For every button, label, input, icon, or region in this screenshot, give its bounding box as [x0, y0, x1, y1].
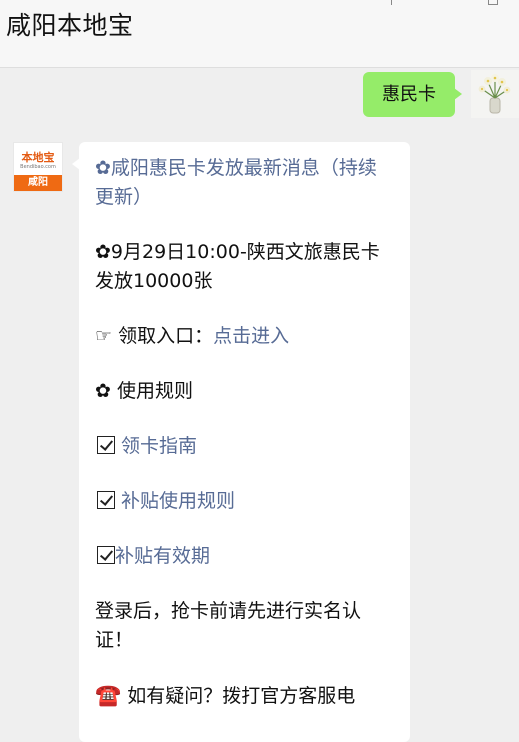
entry-line: ☞ 领取入口：点击进入 [95, 322, 390, 351]
incoming-message-bubble: ✿咸阳惠民卡发放最新消息（持续更新） ✿9月29日10:00-陕西文旅惠民卡发放… [72, 142, 410, 742]
header-divider [391, 0, 392, 5]
validity-line: 补贴有效期 [95, 542, 390, 571]
chat-title: 咸阳本地宝 [6, 11, 134, 40]
entry-prefix: ☞ 领取入口： [95, 325, 214, 347]
header-menu-icon[interactable] [488, 0, 498, 5]
guide-line: 领卡指南 [95, 432, 390, 461]
news-link[interactable]: ✿咸阳惠民卡发放最新消息（持续更新） [95, 154, 390, 212]
user-avatar[interactable] [471, 70, 519, 118]
flower-vase-icon [478, 74, 511, 114]
contact-text: 如有疑问？拨打官方客服电 [127, 685, 356, 707]
avatar-logo-text: 本地宝 [21, 151, 55, 164]
release-info: ✿9月29日10:00-陕西文旅惠民卡发放10000张 [95, 241, 380, 292]
official-account-avatar[interactable]: 本地宝 Bendibao.com 咸阳 [13, 142, 63, 192]
checkbox-icon [97, 491, 115, 509]
chat-header: 咸阳本地宝 [0, 0, 519, 68]
rules-link[interactable]: 补贴使用规则 [121, 490, 235, 512]
phone-icon: ☎️ [95, 683, 122, 707]
guide-link[interactable]: 领卡指南 [121, 435, 197, 457]
validity-link[interactable]: 补贴有效期 [115, 545, 210, 567]
checkbox-icon [97, 436, 115, 454]
entry-link[interactable]: 点击进入 [213, 325, 289, 347]
notice-text: 登录后，抢卡前请先进行实名认证！ [95, 600, 362, 651]
outgoing-message-bubble[interactable]: 惠民卡 [363, 72, 462, 117]
contact-line: ☎️ 如有疑问？拨打官方客服电 [95, 681, 390, 711]
checkbox-icon [97, 546, 115, 564]
avatar-url-text: Bendibao.com [20, 164, 56, 170]
rules-heading: ✿ 使用规则 [95, 380, 193, 402]
rules-line: 补贴使用规则 [95, 487, 390, 516]
avatar-city-band: 咸阳 [14, 175, 62, 191]
